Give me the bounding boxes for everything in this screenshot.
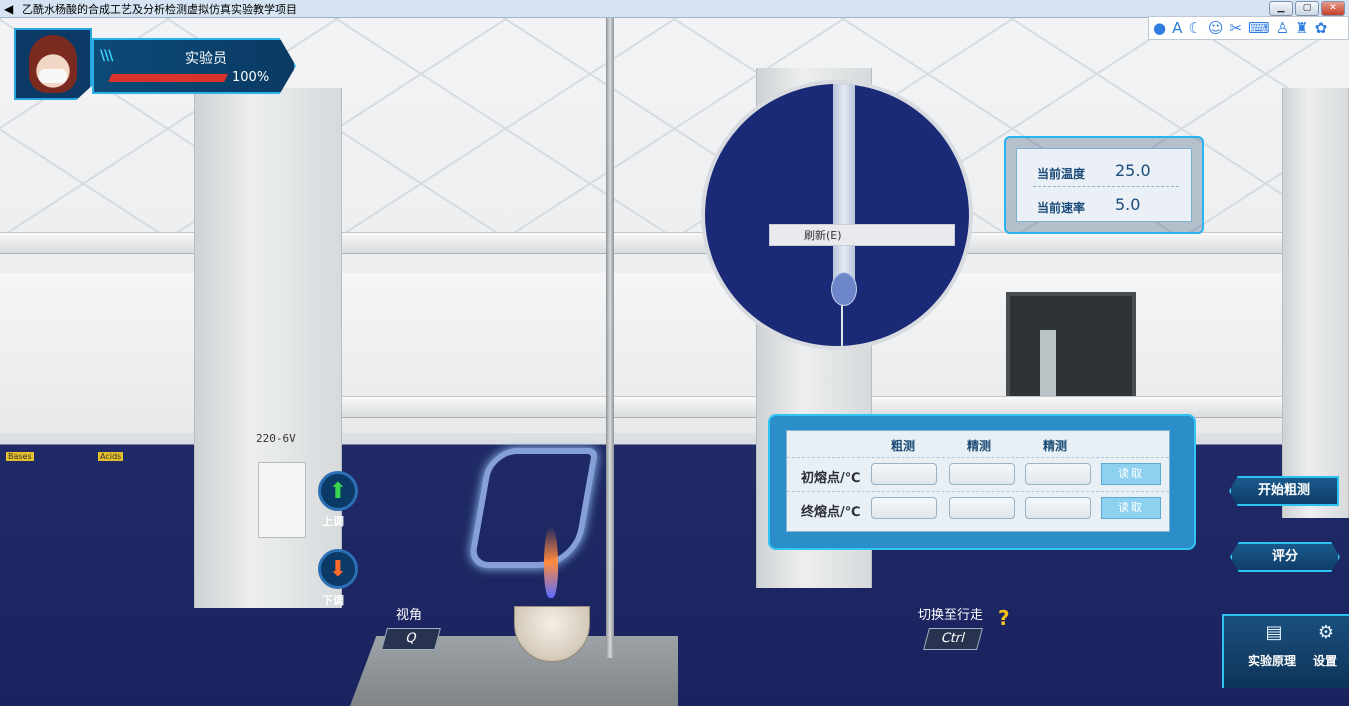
- final-fine-2-field[interactable]: [1025, 497, 1091, 519]
- initial-coarse-field[interactable]: [871, 463, 937, 485]
- settings-button[interactable]: 设置: [1313, 652, 1337, 669]
- row-divider: [787, 491, 1169, 492]
- principle-button[interactable]: 实验原理: [1248, 652, 1296, 669]
- emoji-icon[interactable]: ☺: [1208, 19, 1224, 37]
- iron-stand-rod: [606, 18, 614, 658]
- read-initial-button[interactable]: 读取: [1101, 463, 1161, 485]
- window-title: 乙酰水杨酸的合成工艺及分析检测虚拟仿真实验教学项目: [22, 2, 297, 16]
- stripes-icon: \\\: [100, 48, 113, 64]
- unity-app-icon: ◀: [4, 1, 14, 16]
- raise-label: 上调: [322, 515, 344, 528]
- avatar-mask: [39, 69, 67, 83]
- gear-icon[interactable]: ⚙: [1312, 622, 1340, 646]
- minimize-button[interactable]: ▁: [1269, 1, 1293, 16]
- start-coarse-button[interactable]: 开始粗测: [1229, 476, 1339, 506]
- refresh-button[interactable]: 刷新(E): [769, 224, 955, 246]
- close-button[interactable]: ✕: [1321, 1, 1345, 16]
- arrow-up-icon: ⬆: [328, 478, 348, 504]
- maximize-button[interactable]: ▢: [1295, 1, 1319, 16]
- capillary-tube: [833, 84, 855, 294]
- lab-pillar-right: [1282, 88, 1349, 518]
- input-mode-label[interactable]: A: [1172, 19, 1182, 37]
- role-name: 实验员: [185, 51, 227, 67]
- temperature-panel: 当前温度 25.0 当前速率 5.0: [1004, 136, 1204, 234]
- divider: [1033, 186, 1179, 187]
- temp-label: 当前温度: [1037, 167, 1086, 181]
- final-melting-label: 终熔点/℃: [801, 505, 861, 520]
- walk-hint-title: 切换至行走: [918, 608, 984, 623]
- player-hud: \\\ 实验员 100%: [14, 28, 296, 100]
- rate-label: 当前速率: [1037, 201, 1086, 215]
- gear-icon[interactable]: ✿: [1315, 19, 1328, 37]
- final-coarse-field[interactable]: [871, 497, 937, 519]
- socket-voltage-label: 220-6V: [256, 432, 296, 445]
- thermometer-bulb: [831, 272, 857, 306]
- help-icon[interactable]: ?: [998, 606, 1010, 630]
- view-key-q[interactable]: Q: [381, 628, 441, 650]
- avatar: [14, 28, 92, 100]
- keyboard-icon[interactable]: ⌨: [1248, 19, 1270, 37]
- score-button[interactable]: 评分: [1230, 542, 1340, 572]
- lower-label: 下调: [322, 594, 344, 607]
- capillary-magnifier: 刷新(E): [701, 80, 973, 350]
- person-icon[interactable]: ♙: [1276, 19, 1289, 37]
- melting-point-panel-body: 粗测 精测 精测 初熔点/℃ 读取 终熔点/℃ 读取: [786, 430, 1170, 532]
- initial-melting-label: 初熔点/℃: [801, 471, 861, 486]
- window-titlebar: ◀ 乙酰水杨酸的合成工艺及分析检测虚拟仿真实验教学项目 ▁ ▢ ✕: [0, 0, 1349, 18]
- role-panel: \\\ 实验员 100%: [92, 38, 296, 94]
- initial-fine-2-field[interactable]: [1025, 463, 1091, 485]
- profile-icon[interactable]: ●: [1153, 19, 1166, 37]
- moon-icon[interactable]: ☾: [1188, 19, 1201, 37]
- header-coarse: 粗测: [891, 439, 916, 453]
- arrow-down-icon: ⬇: [328, 556, 348, 582]
- rate-value: 5.0: [1115, 195, 1141, 214]
- temperature-panel-body: 当前温度 25.0 当前速率 5.0: [1016, 148, 1192, 222]
- power-socket: [258, 462, 306, 538]
- window-controls: ▁ ▢ ✕: [1269, 1, 1345, 16]
- health-bar: [108, 74, 228, 82]
- header-fine-1: 精测: [967, 439, 992, 453]
- initial-fine-1-field[interactable]: [949, 463, 1015, 485]
- thiele-tube[interactable]: [467, 448, 599, 568]
- health-text: 100%: [232, 70, 270, 85]
- walk-key-ctrl[interactable]: Ctrl: [923, 628, 983, 650]
- raise-button[interactable]: ⬆: [318, 471, 358, 511]
- avatar-face: [29, 35, 77, 93]
- temp-value: 25.0: [1115, 161, 1151, 180]
- bases-tag: Bases: [6, 452, 34, 461]
- folder-icon[interactable]: ▤: [1260, 622, 1288, 646]
- lab-scene[interactable]: 220-6V Bases Acids: [0, 18, 1349, 706]
- acids-tag: Acids: [98, 452, 124, 461]
- bottom-right-menu: ▤ ⚙ 实验原理 设置: [1222, 614, 1349, 688]
- ime-toolbar: ● A ☾ ☺ ✂ ⌨ ♙ ♜ ✿: [1148, 16, 1349, 40]
- final-fine-1-field[interactable]: [949, 497, 1015, 519]
- view-hint-title: 视角: [396, 608, 423, 623]
- scissors-icon[interactable]: ✂: [1229, 19, 1242, 37]
- header-fine-2: 精测: [1043, 439, 1068, 453]
- row-divider: [787, 457, 1169, 458]
- read-final-button[interactable]: 读取: [1101, 497, 1161, 519]
- shirt-icon[interactable]: ♜: [1295, 19, 1308, 37]
- lower-button[interactable]: ⬇: [318, 549, 358, 589]
- alcohol-lamp-flame: [544, 526, 558, 598]
- melting-point-panel: 粗测 精测 精测 初熔点/℃ 读取 终熔点/℃ 读取: [768, 414, 1196, 550]
